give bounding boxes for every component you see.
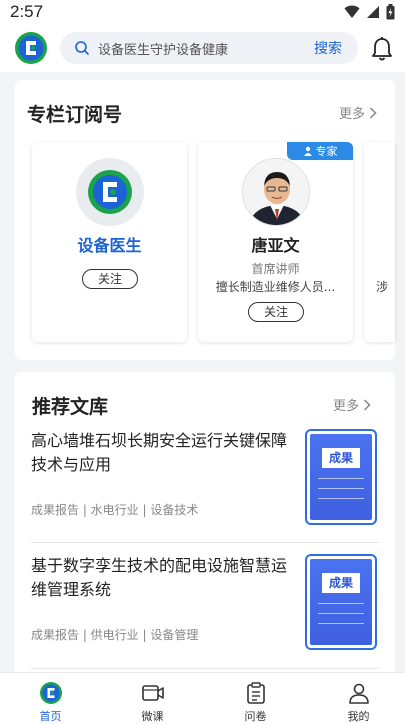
- subscribe-card-partial[interactable]: 涉: [364, 142, 395, 342]
- wifi-icon: [344, 5, 360, 18]
- library-item-title: 高心墙堆石坝长期安全运行关键保障技术与应用: [31, 431, 288, 474]
- chevron-right-icon: [369, 106, 377, 119]
- more-label: 更多: [333, 399, 360, 414]
- home-logo-icon: [40, 682, 62, 704]
- tab-mine[interactable]: 我的: [318, 673, 399, 724]
- more-label: 更多: [339, 107, 366, 122]
- tab-questionnaire[interactable]: 问卷: [215, 673, 296, 724]
- clipboard-icon: [247, 682, 265, 704]
- tab-label: 首页: [39, 710, 62, 723]
- portrait-image: [243, 159, 309, 225]
- library-item[interactable]: 基于数字孪生技术的配电设施智慧运维管理系统 成果报告 | 供电行业 | 设备管理…: [31, 554, 379, 654]
- library-item-thumbnail: 成果: [305, 429, 377, 525]
- subscribe-card-tang-yawen[interactable]: 专家 唐亚文 首席讲师 擅长制造业维修人员... 关注: [198, 142, 353, 342]
- person-icon: [303, 146, 312, 156]
- subscribe-card-device-doctor[interactable]: 设备医生 关注: [32, 142, 187, 342]
- search-input[interactable]: 设备医生守护设备健康 搜索: [60, 32, 358, 64]
- tab-label: 微课: [141, 710, 164, 723]
- divider: [31, 542, 379, 543]
- library-item-title: 基于数字孪生技术的配电设施智慧运维管理系统: [31, 556, 288, 599]
- app-logo-icon[interactable]: [14, 31, 48, 65]
- chevron-right-icon: [363, 398, 371, 411]
- library-section: 推荐文库 更多 高心墙堆石坝长期安全运行关键保障技术与应用 成果报告 | 水电行…: [15, 372, 395, 672]
- status-time: 2:57: [10, 2, 44, 21]
- subscribe-desc-partial: 涉: [376, 280, 389, 294]
- subscribe-name: 唐亚文: [251, 236, 300, 255]
- status-icons: [344, 4, 395, 20]
- video-icon: [142, 685, 164, 701]
- tab-home[interactable]: 首页: [10, 673, 91, 724]
- column-more-link[interactable]: 更多: [339, 103, 377, 122]
- library-item-thumbnail: 成果: [305, 554, 377, 650]
- signal-icon: [367, 6, 379, 18]
- tab-label: 我的: [347, 710, 370, 723]
- status-bar: 2:57: [0, 0, 405, 26]
- subscribe-desc: 擅长制造业维修人员...: [215, 280, 336, 294]
- subscribe-name: 设备医生: [77, 236, 142, 255]
- library-item[interactable]: 高心墙堆石坝长期安全运行关键保障技术与应用 成果报告 | 水电行业 | 设备技术…: [31, 429, 379, 529]
- follow-button[interactable]: 关注: [248, 302, 304, 322]
- tab-micro-course[interactable]: 微课: [112, 673, 193, 724]
- follow-button[interactable]: 关注: [82, 269, 138, 289]
- column-section-title: 专栏订阅号: [27, 104, 123, 126]
- column-section: 专栏订阅号 更多 设备医生 关注 专家 唐亚文 首席讲师 擅长制造业维修人员..…: [15, 80, 395, 360]
- subscribe-role: 首席讲师: [251, 262, 300, 276]
- library-item-tags: 成果报告 | 水电行业 | 设备技术: [31, 503, 199, 517]
- library-item-tags: 成果报告 | 供电行业 | 设备管理: [31, 628, 199, 642]
- library-section-title: 推荐文库: [32, 396, 109, 418]
- divider: [31, 668, 379, 669]
- expert-tag-label: 专家: [315, 145, 338, 158]
- app-header: 设备医生守护设备健康 搜索: [0, 26, 405, 72]
- search-icon: [75, 41, 89, 55]
- user-icon: [349, 683, 369, 704]
- thumbnail-label: 成果: [322, 448, 360, 468]
- thumbnail-label: 成果: [322, 573, 360, 593]
- search-button[interactable]: 搜索: [314, 38, 342, 58]
- device-doctor-avatar: [76, 158, 144, 226]
- tab-label: 问卷: [244, 710, 267, 723]
- expert-tag: 专家: [287, 142, 353, 160]
- bell-icon[interactable]: [370, 36, 394, 62]
- battery-icon: [386, 4, 395, 20]
- device-doctor-logo-icon: [76, 158, 144, 226]
- bottom-tab-bar: 首页 微课 问卷 我的: [0, 672, 405, 724]
- tang-yawen-avatar: [242, 158, 310, 226]
- library-more-link[interactable]: 更多: [333, 395, 371, 414]
- search-placeholder: 设备医生守护设备健康: [98, 42, 229, 58]
